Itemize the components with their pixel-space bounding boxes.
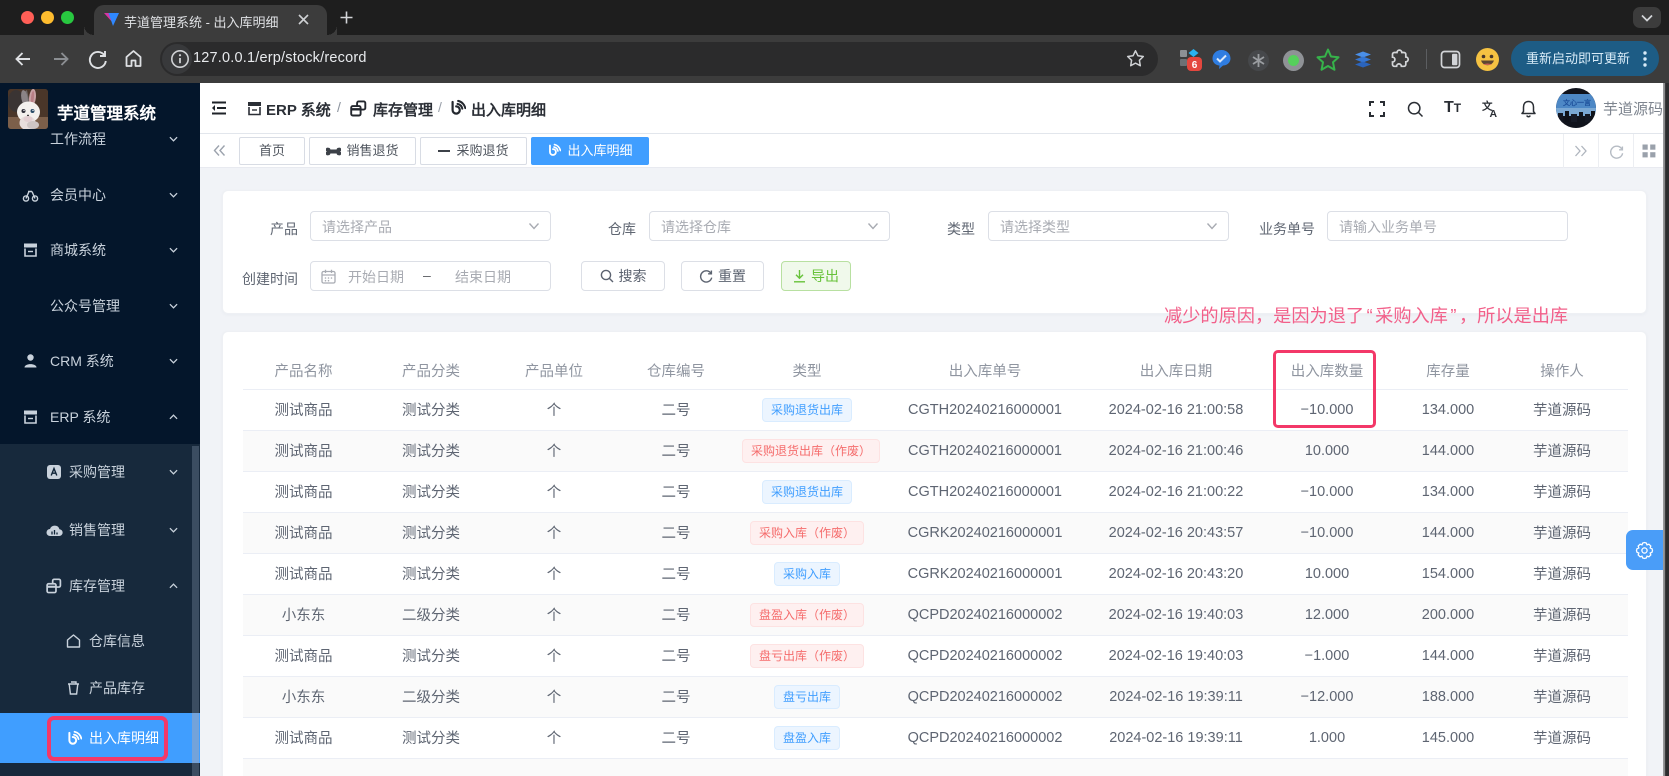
svg-text:A: A (1490, 108, 1498, 119)
svg-text:6: 6 (1192, 60, 1198, 71)
svg-text:文心一言: 文心一言 (1563, 98, 1591, 107)
